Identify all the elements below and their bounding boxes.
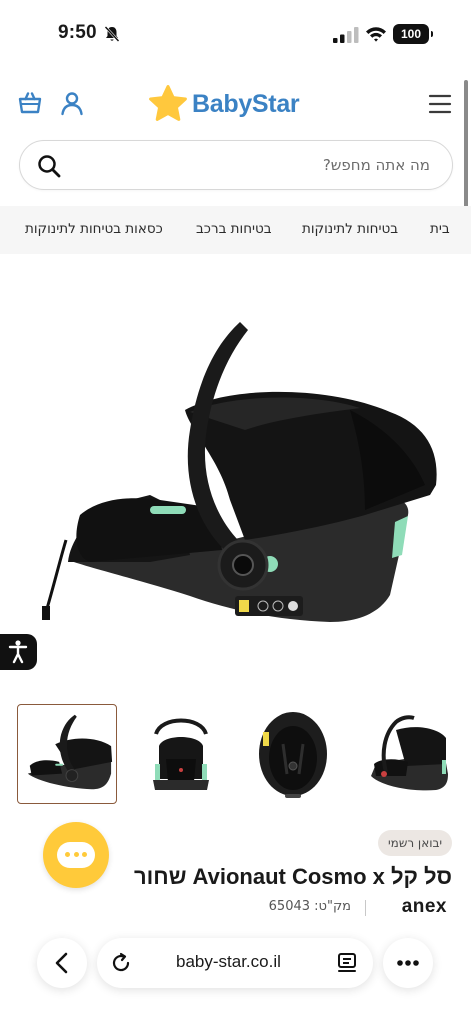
- more-icon: [397, 960, 419, 966]
- browser-toolbar: baby-star.co.il: [0, 922, 471, 1024]
- star-logo-icon: [149, 85, 187, 121]
- category-nav: בית בטיחות לתינוקות בטיחות ברכב כסאות בט…: [0, 206, 471, 254]
- search-icon[interactable]: [36, 153, 62, 179]
- reader-mode-icon[interactable]: [335, 951, 359, 975]
- product-main-image[interactable]: [30, 300, 450, 660]
- product-thumbnail[interactable]: [131, 704, 231, 804]
- thumbnail-image: [153, 718, 209, 790]
- brand-row: anex מק"ט: 65043: [0, 896, 471, 920]
- category-car-safety[interactable]: בטיחות ברכב: [196, 221, 272, 237]
- thumbnail-image: [27, 714, 113, 790]
- hamburger-menu-icon[interactable]: [427, 91, 453, 117]
- back-button[interactable]: [37, 938, 87, 988]
- product-sku: מק"ט: 65043: [269, 899, 351, 914]
- address-bar[interactable]: baby-star.co.il: [97, 938, 373, 988]
- battery-indicator: 100: [393, 24, 433, 44]
- sku-label: מק"ט:: [314, 899, 351, 914]
- logo-text: BabyStar: [192, 89, 300, 118]
- product-thumbnail[interactable]: [356, 704, 456, 804]
- search-box[interactable]: [19, 140, 453, 190]
- category-home[interactable]: בית: [430, 221, 450, 237]
- brand-divider: [365, 900, 366, 916]
- sku-value: 65043: [268, 899, 311, 914]
- wifi-icon: [366, 27, 386, 42]
- product-title: סל קל Avionaut Cosmo x שחור: [133, 864, 452, 889]
- accessibility-button[interactable]: [0, 634, 37, 670]
- status-time: 9:50: [58, 22, 97, 43]
- official-importer-badge: יבואן רשמי: [378, 830, 453, 856]
- chat-icon: [57, 842, 95, 868]
- search-input[interactable]: [76, 141, 430, 189]
- category-baby-safety[interactable]: בטיחות לתינוקות: [302, 221, 398, 237]
- cellular-signal-icon: [333, 27, 359, 43]
- chat-button[interactable]: [43, 822, 109, 888]
- shopping-basket-icon[interactable]: [17, 90, 43, 116]
- more-button[interactable]: [383, 938, 433, 988]
- bell-muted-icon: [104, 26, 120, 42]
- brand-logo[interactable]: anex: [402, 896, 447, 918]
- status-bar: 9:50 100: [0, 0, 471, 64]
- accessibility-icon: [8, 640, 28, 664]
- reload-icon[interactable]: [109, 951, 133, 975]
- product-thumbnail[interactable]: [243, 704, 343, 804]
- product-thumbnail[interactable]: [17, 704, 117, 804]
- url-text[interactable]: baby-star.co.il: [176, 952, 281, 972]
- thumbnail-image: [371, 715, 448, 791]
- chevron-left-icon: [55, 952, 68, 974]
- category-baby-car-seats[interactable]: כסאות בטיחות לתינוקות: [25, 221, 163, 237]
- site-logo[interactable]: BabyStar: [148, 82, 300, 126]
- thumbnail-image: [259, 712, 327, 798]
- user-icon[interactable]: [59, 90, 85, 116]
- site-header: BabyStar: [0, 64, 471, 142]
